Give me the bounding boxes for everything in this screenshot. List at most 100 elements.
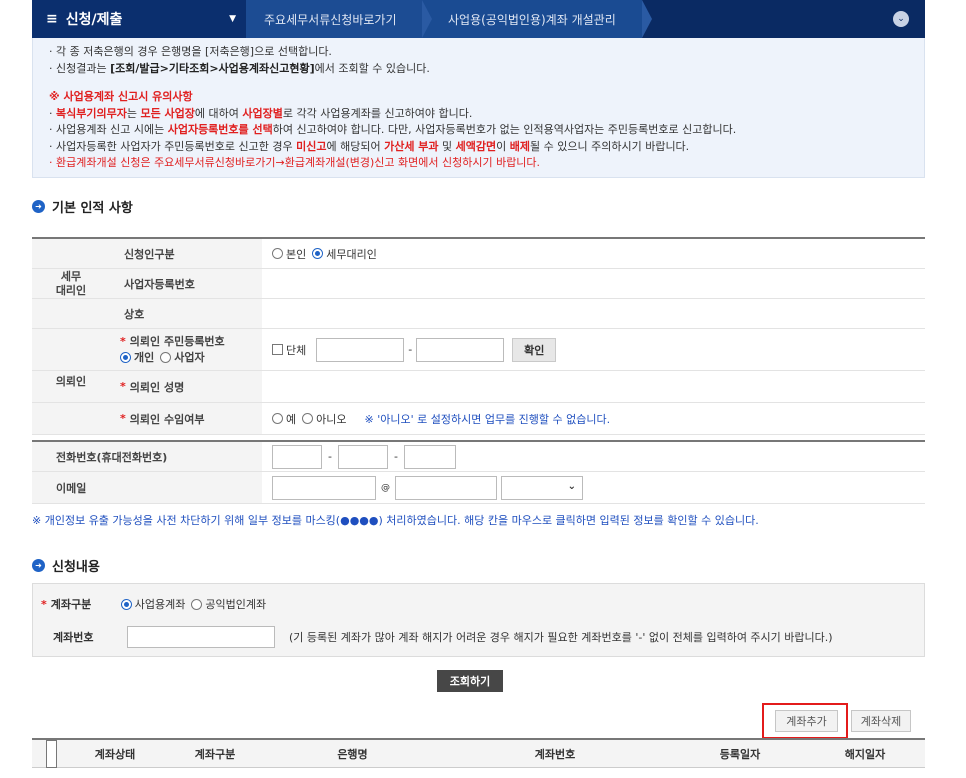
warning-line-2: · 사업용계좌 신고 시에는 사업자등록번호를 선택하여 신고하여야 합니다. … (49, 123, 737, 136)
client-name-label-cell: * 의뢰인 성명 (110, 371, 262, 402)
email-label: 이메일 (32, 472, 262, 503)
delete-account-button[interactable]: 계좌삭제 (851, 710, 911, 732)
radio-self-label: 본인 (286, 247, 307, 261)
group-checkbox-label: 단체 (286, 343, 307, 357)
acc-no-input[interactable] (127, 626, 275, 648)
account-table-header: 계좌상태 계좌구분 은행명 계좌번호 등록일자 해지일자 (32, 738, 925, 768)
phone-part3-input[interactable] (403, 444, 456, 469)
notice-line-result: · 신청결과는 [조회/발급>기타조회>사업용계좌신고현황]에서 조회할 수 있… (49, 61, 430, 75)
application-box: * 계좌구분 사업용계좌 공익법인계좌 계좌번호 (기 등록된 계좌가 많아 계좌… (32, 583, 925, 657)
col-close-date: 해지일자 (844, 748, 886, 761)
section-apply-label: 신청내용 (52, 560, 100, 575)
basic-info-table: 세무 대리인 의뢰인 신청인구분 본인 세무대리인 사업자등록번호 상호 * 의뢰… (32, 237, 925, 435)
applicant-type-options: 본인 세무대리인 (262, 239, 377, 268)
breadcrumb-shortcut[interactable]: 주요세무서류신청바로가기 (246, 0, 432, 38)
notice-line-savings: · 각 종 저축은행의 경우 은행명을 [저축은행]으로 선택합니다. (49, 45, 332, 58)
col-acc-no: 계좌번호 (534, 748, 576, 761)
applicant-type-label: 신청인구분 (110, 239, 262, 268)
email-domain-input[interactable] (395, 475, 497, 500)
arrow-circle-icon: ➜ (32, 559, 45, 572)
breadcrumb-current[interactable]: 사업용(공익법인용)계좌 개설관리 (422, 0, 652, 38)
top-nav-bar: ≡ 신청/제출 ▼ 주요세무서류신청바로가기 사업용(공익법인용)계좌 개설관리… (32, 0, 925, 38)
radio-individual[interactable] (120, 352, 131, 363)
warning-line-4: · 환급계좌개설 신청은 주요세무서류신청바로가기→환급계좌개설(변경)신고 화… (49, 156, 541, 169)
hamburger-icon: ≡ (46, 11, 58, 27)
masking-note: ※ 개인정보 유출 가능성을 사전 차단하기 위해 일부 정보를 마스킹(●●●… (32, 514, 759, 527)
client-name-label: 의뢰인 성명 (129, 380, 185, 394)
rrn-back-input[interactable] (416, 337, 505, 362)
radio-agent[interactable] (312, 248, 324, 259)
select-all-cell (38, 740, 68, 768)
radio-public-account[interactable] (191, 598, 203, 610)
section-basic-label: 기본 인적 사항 (52, 201, 133, 216)
arrow-circle-icon: ➜ (32, 200, 45, 213)
radio-yes[interactable] (272, 413, 283, 424)
radio-biz-account-label: 사업용계좌 (134, 598, 186, 611)
highlight-box (762, 703, 848, 739)
breadcrumb-current-label: 사업용(공익법인용)계좌 개설관리 (448, 12, 616, 27)
col-reg-date: 등록일자 (719, 748, 761, 761)
email-inputs: @ ⌄ (262, 472, 583, 503)
row-email: 이메일 @ ⌄ (32, 472, 925, 504)
row-phone: 전화번호(휴대전화번호) - - (32, 442, 925, 472)
radio-self[interactable] (272, 248, 283, 259)
search-button[interactable]: 조회하기 (437, 670, 503, 692)
warning-line-1: · 복식부기의무자는 모든 사업장에 대하여 사업장별로 각각 사업용계좌를 신… (49, 106, 473, 120)
email-id-input[interactable] (272, 475, 376, 500)
phone-part2-input[interactable] (337, 444, 388, 469)
col-bank: 은행명 (337, 748, 368, 761)
col-acc-type: 계좌구분 (194, 748, 236, 761)
select-chevron-icon: ⌄ (567, 480, 576, 492)
warning-line-3: · 사업자등록한 사업자가 주민등록번호로 신고한 경우 미신고에 해당되어 가… (49, 139, 690, 153)
row-client-name: * 의뢰인 성명 (32, 371, 925, 403)
radio-agent-label: 세무대리인 (326, 247, 377, 261)
section-apply-title: ➜ 신청내용 (32, 556, 100, 575)
client-rrn-inputs: 단체 - 확인 (262, 329, 557, 370)
breadcrumb-shortcut-label: 주요세무서류신청바로가기 (264, 12, 397, 27)
consent-note: ※ '아니오' 로 설정하시면 업무를 진행할 수 없습니다. (364, 412, 611, 426)
radio-public-account-label: 공익법인계좌 (205, 598, 267, 611)
acc-type-row: * 계좌구분 사업용계좌 공익법인계좌 (41, 597, 267, 612)
email-domain-select[interactable]: ⌄ (501, 475, 583, 500)
col-status: 계좌상태 (94, 748, 136, 761)
caret-down-icon: ▼ (229, 14, 236, 24)
radio-yes-label: 예 (286, 412, 297, 426)
phone-part1-input[interactable] (272, 444, 322, 469)
expand-chevron-icon[interactable]: ⌄ (893, 11, 909, 27)
client-rrn-label: 의뢰인 주민등록번호 (129, 334, 225, 348)
contact-table: 전화번호(휴대전화번호) - - 이메일 @ ⌄ (32, 440, 925, 504)
menu-dropdown[interactable]: ≡ 신청/제출 ▼ (32, 0, 246, 38)
consent-options: 예 아니오 ※ '아니오' 로 설정하시면 업무를 진행할 수 없습니다. (262, 403, 610, 434)
radio-business[interactable] (160, 352, 172, 363)
menu-label: 신청/제출 (65, 12, 123, 28)
section-basic-title: ➜ 기본 인적 사항 (32, 197, 133, 216)
trade-name-label: 상호 (110, 299, 262, 328)
acc-type-label: 계좌구분 (50, 598, 92, 611)
group-checkbox[interactable] (272, 344, 283, 355)
radio-no-label: 아니오 (316, 412, 347, 426)
rrn-front-input[interactable] (316, 337, 405, 362)
phone-inputs: - - (262, 442, 456, 471)
consent-label: 의뢰인 수임여부 (129, 412, 205, 426)
notice-box: · 각 종 저축은행의 경우 은행명을 [저축은행]으로 선택합니다. · 신청… (32, 38, 925, 178)
radio-business-label: 사업자 (174, 350, 205, 364)
row-client-rrn: * 의뢰인 주민등록번호 개인 사업자 단체 - 확인 (32, 329, 925, 371)
radio-no[interactable] (302, 413, 314, 424)
consent-label-cell: * 의뢰인 수임여부 (110, 403, 262, 434)
phone-label: 전화번호(휴대전화번호) (32, 442, 262, 471)
acc-no-label: 계좌번호 (53, 631, 94, 644)
select-all-checkbox[interactable] (46, 740, 57, 768)
acc-no-note: (기 등록된 계좌가 많아 계좌 해지가 어려운 경우 해지가 필요한 계좌번호… (289, 631, 833, 644)
warning-title: ※ 사업용계좌 신고시 유의사항 (49, 90, 193, 103)
acc-no-row: 계좌번호 (기 등록된 계좌가 많아 계좌 해지가 어려운 경우 해지가 필요한… (53, 626, 833, 648)
confirm-button[interactable]: 확인 (512, 337, 557, 362)
client-rrn-label-cell: * 의뢰인 주민등록번호 개인 사업자 (110, 329, 262, 370)
row-bizno: 사업자등록번호 (32, 269, 925, 299)
row-applicant-type: 신청인구분 본인 세무대리인 (32, 239, 925, 269)
row-consent: * 의뢰인 수임여부 예 아니오 ※ '아니오' 로 설정하시면 업무를 진행할 … (32, 403, 925, 435)
at-sign: @ (381, 482, 390, 493)
radio-individual-label: 개인 (134, 350, 155, 364)
bizno-label: 사업자등록번호 (110, 269, 262, 298)
row-trade-name: 상호 (32, 299, 925, 329)
radio-biz-account[interactable] (120, 598, 132, 610)
